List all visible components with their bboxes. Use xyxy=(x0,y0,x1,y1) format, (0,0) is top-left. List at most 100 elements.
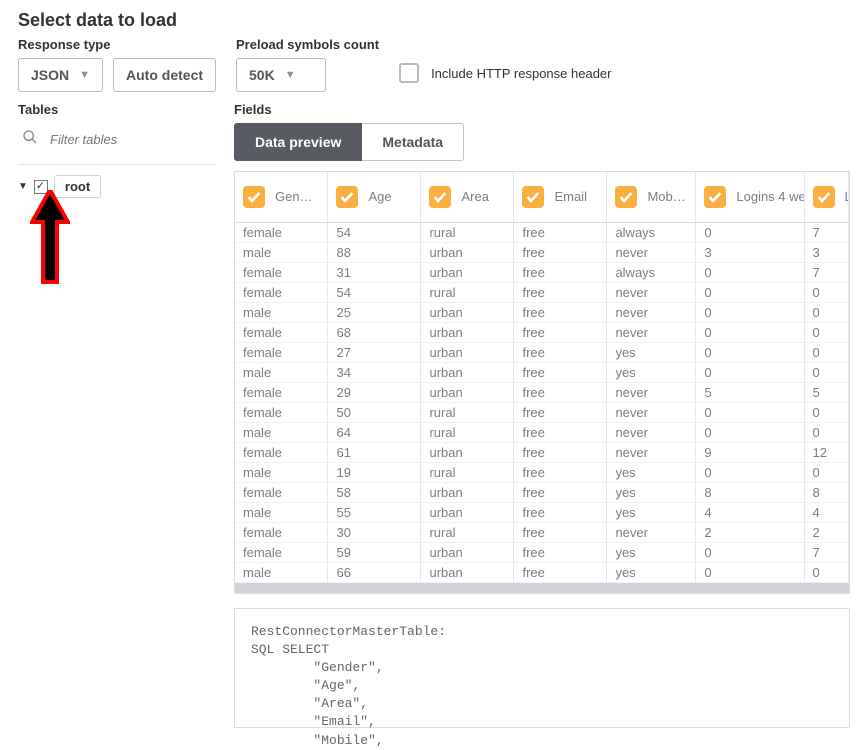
page-title: Select data to load xyxy=(18,10,850,31)
column-checkbox[interactable] xyxy=(704,186,726,208)
column-header-label: Gen… xyxy=(275,189,313,204)
table-row: male64ruralfreenever00 xyxy=(235,422,849,442)
column-header[interactable]: Area xyxy=(421,172,514,222)
table-cell: yes xyxy=(607,502,696,522)
column-header-label: Email xyxy=(554,189,587,204)
horizontal-scrollbar[interactable] xyxy=(235,583,849,593)
table-row: male66urbanfreeyes00 xyxy=(235,562,849,582)
table-cell: never xyxy=(607,402,696,422)
table-cell: 58 xyxy=(328,482,421,502)
table-cell: urban xyxy=(421,242,514,262)
column-header-label: Area xyxy=(461,189,488,204)
table-cell: female xyxy=(235,342,328,362)
column-header-label: Mob… xyxy=(647,189,685,204)
table-cell: 7 xyxy=(804,542,848,562)
tab-metadata[interactable]: Metadata xyxy=(362,123,464,161)
table-cell: 0 xyxy=(804,562,848,582)
column-checkbox[interactable] xyxy=(522,186,544,208)
table-cell: yes xyxy=(607,342,696,362)
table-cell: 59 xyxy=(328,542,421,562)
table-cell: 2 xyxy=(804,522,848,542)
preload-count-select[interactable]: 50K ▼ xyxy=(236,58,326,92)
table-cell: 5 xyxy=(804,382,848,402)
table-cell: 3 xyxy=(696,242,804,262)
table-cell: 19 xyxy=(328,462,421,482)
table-cell: female xyxy=(235,542,328,562)
table-row: male88urbanfreenever33 xyxy=(235,242,849,262)
table-cell: 31 xyxy=(328,262,421,282)
http-header-label: Include HTTP response header xyxy=(431,66,611,81)
table-cell: urban xyxy=(421,262,514,282)
table-cell: free xyxy=(514,222,607,242)
table-cell: 0 xyxy=(696,282,804,302)
table-row: female50ruralfreenever00 xyxy=(235,402,849,422)
table-cell: urban xyxy=(421,302,514,322)
table-cell: never xyxy=(607,322,696,342)
column-checkbox[interactable] xyxy=(615,186,637,208)
table-cell: 5 xyxy=(696,382,804,402)
column-checkbox[interactable] xyxy=(429,186,451,208)
table-cell: 29 xyxy=(328,382,421,402)
root-checkbox[interactable] xyxy=(34,180,48,194)
column-header[interactable]: L xyxy=(804,172,848,222)
table-cell: 8 xyxy=(696,482,804,502)
table-cell: 0 xyxy=(804,322,848,342)
filter-tables-input[interactable] xyxy=(48,131,188,148)
response-type-select[interactable]: JSON ▼ xyxy=(18,58,103,92)
table-cell: urban xyxy=(421,482,514,502)
column-header[interactable]: Email xyxy=(514,172,607,222)
table-cell: rural xyxy=(421,422,514,442)
table-cell: urban xyxy=(421,502,514,522)
column-checkbox[interactable] xyxy=(336,186,358,208)
table-cell: 0 xyxy=(696,542,804,562)
table-cell: urban xyxy=(421,442,514,462)
table-cell: 27 xyxy=(328,342,421,362)
tree-toggle-icon[interactable]: ▼ xyxy=(18,181,28,192)
table-cell: free xyxy=(514,442,607,462)
table-cell: 61 xyxy=(328,442,421,462)
column-header[interactable]: Logins 4 wee… xyxy=(696,172,804,222)
table-root[interactable]: root xyxy=(54,175,101,198)
table-cell: 0 xyxy=(696,322,804,342)
tables-label: Tables xyxy=(18,102,216,117)
table-cell: free xyxy=(514,562,607,582)
table-row: female59urbanfreeyes07 xyxy=(235,542,849,562)
table-row: female54ruralfreenever00 xyxy=(235,282,849,302)
column-header-label: L xyxy=(845,189,849,204)
table-cell: yes xyxy=(607,462,696,482)
column-checkbox[interactable] xyxy=(813,186,835,208)
table-row: male19ruralfreeyes00 xyxy=(235,462,849,482)
table-cell: 0 xyxy=(696,262,804,282)
data-preview-table: Gen… Age Area Email Mob… Logins 4 wee… L femal… xyxy=(235,172,849,583)
table-cell: 0 xyxy=(804,282,848,302)
column-header[interactable]: Mob… xyxy=(607,172,696,222)
table-cell: free xyxy=(514,382,607,402)
column-header[interactable]: Age xyxy=(328,172,421,222)
column-header[interactable]: Gen… xyxy=(235,172,328,222)
table-cell: 30 xyxy=(328,522,421,542)
table-row: male25urbanfreenever00 xyxy=(235,302,849,322)
table-cell: 0 xyxy=(804,422,848,442)
table-row: female27urbanfreeyes00 xyxy=(235,342,849,362)
table-cell: free xyxy=(514,482,607,502)
table-cell: 54 xyxy=(328,222,421,242)
table-cell: female xyxy=(235,322,328,342)
table-cell: 0 xyxy=(696,562,804,582)
column-checkbox[interactable] xyxy=(243,186,265,208)
table-cell: male xyxy=(235,362,328,382)
auto-detect-button[interactable]: Auto detect xyxy=(113,58,216,92)
tab-data-preview[interactable]: Data preview xyxy=(234,123,362,161)
table-cell: free xyxy=(514,542,607,562)
table-cell: urban xyxy=(421,322,514,342)
table-cell: free xyxy=(514,242,607,262)
table-cell: yes xyxy=(607,562,696,582)
table-cell: 0 xyxy=(696,342,804,362)
load-script-preview: RestConnectorMasterTable: SQL SELECT "Ge… xyxy=(234,608,850,728)
table-cell: 3 xyxy=(804,242,848,262)
table-cell: 34 xyxy=(328,362,421,382)
table-cell: 55 xyxy=(328,502,421,522)
http-header-checkbox[interactable] xyxy=(399,63,419,83)
table-cell: female xyxy=(235,282,328,302)
column-header-label: Logins 4 wee… xyxy=(736,189,804,204)
table-cell: free xyxy=(514,402,607,422)
